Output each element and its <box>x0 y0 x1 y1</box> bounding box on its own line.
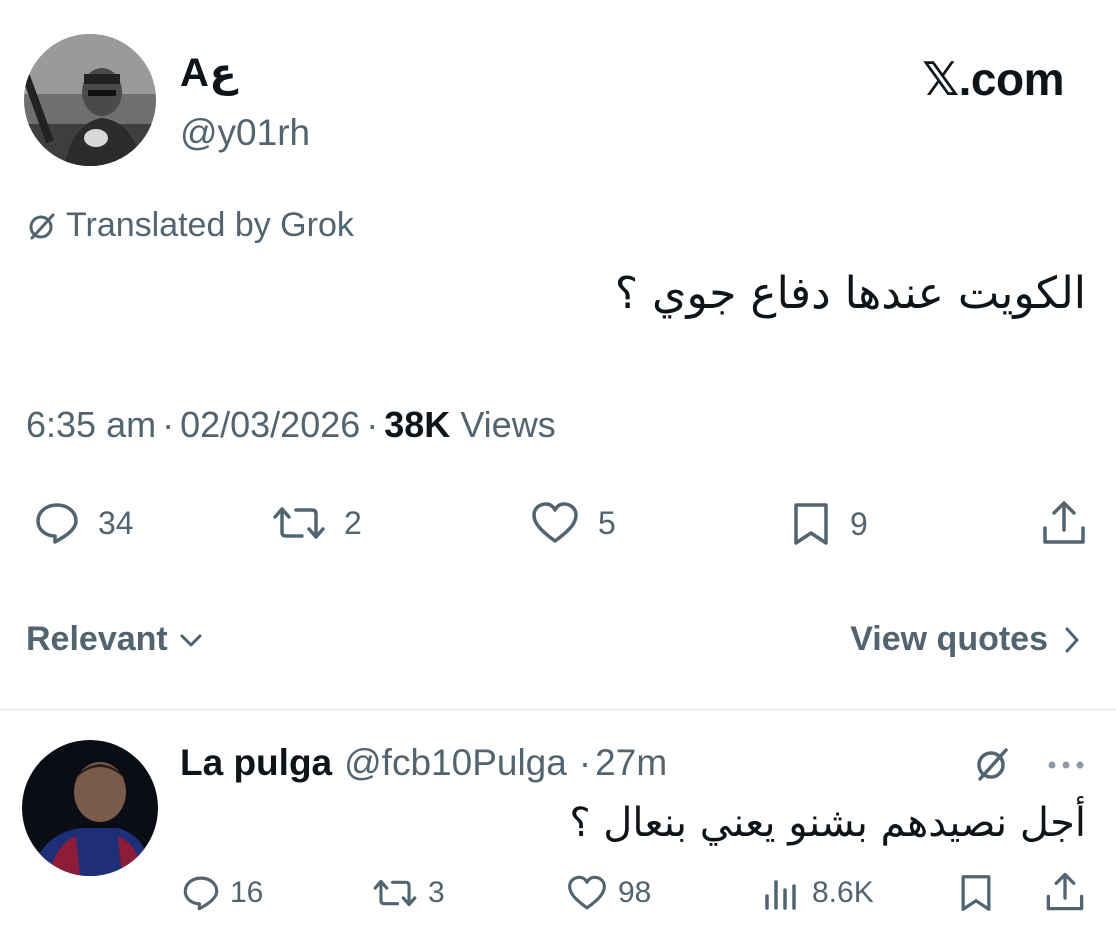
view-quotes-label: View quotes <box>850 620 1048 658</box>
reply-views-button[interactable]: 8.6K <box>762 874 874 912</box>
like-count: 5 <box>598 504 616 541</box>
tweet-time[interactable]: 6:35 am <box>26 404 156 446</box>
reply-avatar[interactable] <box>22 740 158 876</box>
reply-handle[interactable]: @fcb10Pulga <box>344 742 567 784</box>
chevron-right-icon <box>1065 627 1079 652</box>
grok-slash-icon <box>977 748 1008 781</box>
reply-avatar-image <box>22 740 158 876</box>
more-dots-icon <box>1048 761 1084 769</box>
like-button[interactable]: 5 <box>530 500 616 546</box>
reply-time[interactable]: 27m <box>595 742 667 784</box>
reply-like-button[interactable]: 98 <box>566 874 651 912</box>
meta-separator: · <box>162 404 175 445</box>
share-icon <box>1046 872 1084 911</box>
reply-count: 34 <box>98 504 134 541</box>
reply-reply-count: 16 <box>230 876 264 909</box>
heart-icon <box>568 875 606 910</box>
views-count: 38K <box>384 404 451 445</box>
tweet-text: الكويت عندها دفاع جوي ؟ <box>614 268 1086 319</box>
reply-repost-count: 3 <box>428 876 445 909</box>
bar-chart-icon <box>765 880 796 910</box>
chevron-down-icon <box>180 634 202 646</box>
author-handle[interactable]: @y01rh <box>180 112 310 154</box>
reply-repost-button[interactable]: 3 <box>372 874 445 912</box>
tweet-meta: 6:35 am · 02/03/2026 · 38K Views <box>26 404 556 446</box>
repost-arrows-icon <box>373 879 417 907</box>
repost-arrows-icon <box>273 507 325 539</box>
sort-label: Relevant <box>26 620 168 658</box>
bookmark-icon <box>961 875 991 911</box>
bookmark-count: 9 <box>850 505 868 542</box>
site-brand: 𝕏.com <box>922 53 1064 105</box>
speech-bubble-icon <box>36 503 78 544</box>
translation-notice[interactable]: Translated by Grok <box>26 206 354 245</box>
reply-separator: · <box>578 742 592 783</box>
speech-bubble-icon <box>183 876 219 911</box>
tweet-actions: 34 2 5 9 <box>0 496 1116 556</box>
reply-views-count: 8.6K <box>812 876 874 909</box>
grok-icon <box>29 213 55 239</box>
view-quotes-link[interactable]: View quotes <box>850 620 1082 659</box>
reply-header: La pulga @fcb10Pulga · 27m <box>180 742 667 784</box>
heart-icon <box>532 502 578 543</box>
reply-display-name[interactable]: La pulga <box>180 742 332 784</box>
reply-actions: 16 3 98 8.6K <box>0 866 1116 926</box>
share-icon <box>1043 501 1085 544</box>
reply-grok-button[interactable] <box>972 744 1012 789</box>
bookmark-icon <box>794 503 828 545</box>
author-avatar-image <box>24 34 156 166</box>
reply-like-count: 98 <box>618 876 652 909</box>
reply-text: أجل نصيدهم بشنو يعني بنعال ؟ <box>569 800 1086 846</box>
author-avatar[interactable] <box>24 34 156 166</box>
reply-more-button[interactable] <box>1044 758 1088 777</box>
translation-label: Translated by Grok <box>66 206 354 244</box>
author-display-name[interactable]: Aع <box>180 50 237 96</box>
reply-reply-button[interactable]: 16 <box>182 874 263 912</box>
reply-button[interactable]: 34 <box>34 500 134 546</box>
share-button[interactable] <box>1040 498 1088 548</box>
bookmark-button[interactable]: 9 <box>790 500 868 548</box>
tweet-date[interactable]: 02/03/2026 <box>180 404 360 446</box>
sort-relevant-dropdown[interactable]: Relevant <box>26 620 204 659</box>
repost-button[interactable]: 2 <box>272 500 362 546</box>
reply-bookmark-button[interactable] <box>958 872 994 914</box>
views-label: Views <box>460 404 556 445</box>
meta-separator: · <box>366 404 379 445</box>
repost-count: 2 <box>344 504 362 541</box>
reply-share-button[interactable] <box>1044 870 1086 914</box>
divider <box>0 708 1116 711</box>
